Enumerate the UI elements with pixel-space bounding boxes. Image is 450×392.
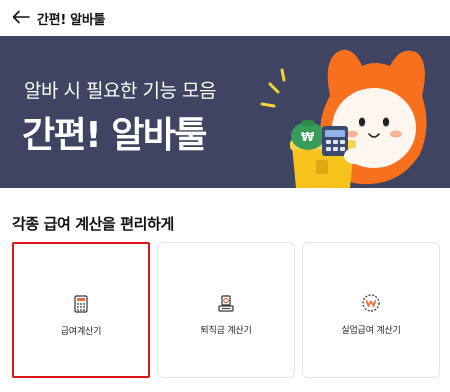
banner-title: 간편! 알바툴 <box>22 115 208 156</box>
arrow-left-icon <box>12 10 30 24</box>
top-bar: 간편! 알바툴 <box>0 0 450 36</box>
salary-calculator-card[interactable]: 급여계산기 <box>12 242 150 378</box>
promo-banner: 알바 시 필요한 기능 모음 간편! 알바툴 ₩ <box>0 36 450 188</box>
banner-subtitle: 알바 시 필요한 기능 모음 <box>24 80 216 102</box>
retirement-icon <box>218 295 234 312</box>
card-label: 실업급여 계산기 <box>341 326 401 336</box>
svg-text:₩: ₩ <box>301 130 315 144</box>
retirement-pay-calculator-card[interactable]: 퇴직금 계산기 <box>157 242 295 378</box>
unemployment-benefit-calculator-card[interactable]: 실업급여 계산기 <box>302 242 440 378</box>
page-title: 간편! 알바툴 <box>37 13 106 28</box>
calculator-icon <box>74 295 88 313</box>
mascot-illustration: ₩ <box>260 49 427 188</box>
section-title: 각종 급여 계산을 편리하게 <box>12 215 174 233</box>
card-label: 퇴직금 계산기 <box>200 326 252 336</box>
back-button[interactable] <box>10 6 32 28</box>
won-coin-icon <box>362 294 380 312</box>
card-label: 급여계산기 <box>60 327 102 337</box>
